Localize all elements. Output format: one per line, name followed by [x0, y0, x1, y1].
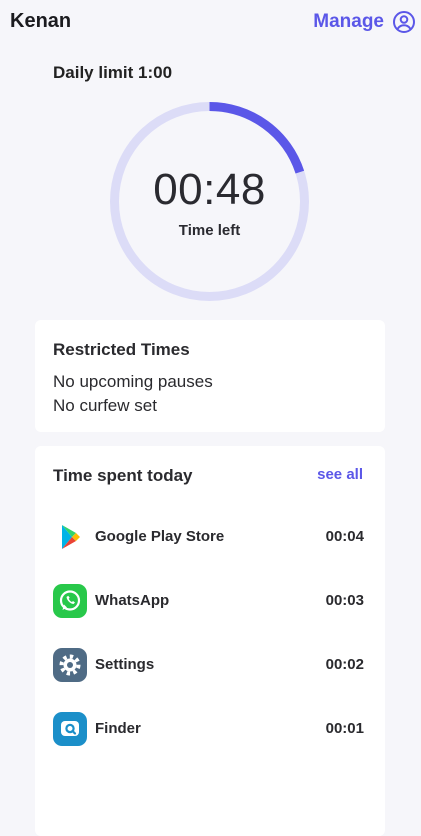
child-name: Kenan — [10, 10, 72, 32]
app-time: 00:04 — [325, 528, 364, 545]
app-time: 00:01 — [325, 720, 364, 737]
top-bar: Kenan Manage — [0, 0, 421, 44]
app-time: 00:03 — [325, 592, 364, 609]
google-play-icon — [62, 525, 80, 549]
time-left-caption: Time left — [178, 222, 241, 239]
see-all-link[interactable]: see all — [317, 466, 363, 483]
app-name: Google Play Store — [95, 528, 225, 545]
app-row-whatsapp[interactable]: WhatsApp 00:03 — [35, 580, 385, 624]
app-row-finder[interactable]: Finder 00:01 — [35, 708, 385, 752]
app-name: Settings — [95, 656, 155, 673]
daily-limit-title: Daily limit 1:00 — [53, 63, 173, 82]
time-spent-title: Time spent today — [53, 466, 193, 485]
account-circle-icon[interactable] — [392, 10, 416, 34]
app-row-google-play[interactable]: Google Play Store 00:04 — [35, 516, 385, 560]
app-name: Finder — [95, 720, 141, 737]
no-curfew-text: No curfew set — [53, 396, 157, 415]
app-name: WhatsApp — [95, 592, 170, 609]
app-row-settings[interactable]: Settings 00:02 — [35, 644, 385, 688]
whatsapp-icon — [53, 584, 87, 618]
finder-icon — [53, 712, 87, 746]
ring-progress — [209, 102, 305, 174]
settings-gear-icon — [53, 648, 87, 682]
time-left-ring: 00:48 Time left — [108, 100, 311, 303]
time-left-value: 00:48 — [153, 165, 266, 214]
time-spent-card: Time spent today see all Google Play Sto… — [35, 446, 385, 836]
app-time: 00:02 — [325, 656, 364, 673]
manage-button[interactable]: Manage — [313, 11, 384, 33]
restricted-times-title: Restricted Times — [53, 340, 190, 359]
no-upcoming-pauses-text: No upcoming pauses — [53, 372, 213, 391]
restricted-times-card[interactable]: Restricted Times No upcoming pauses No c… — [35, 320, 385, 432]
